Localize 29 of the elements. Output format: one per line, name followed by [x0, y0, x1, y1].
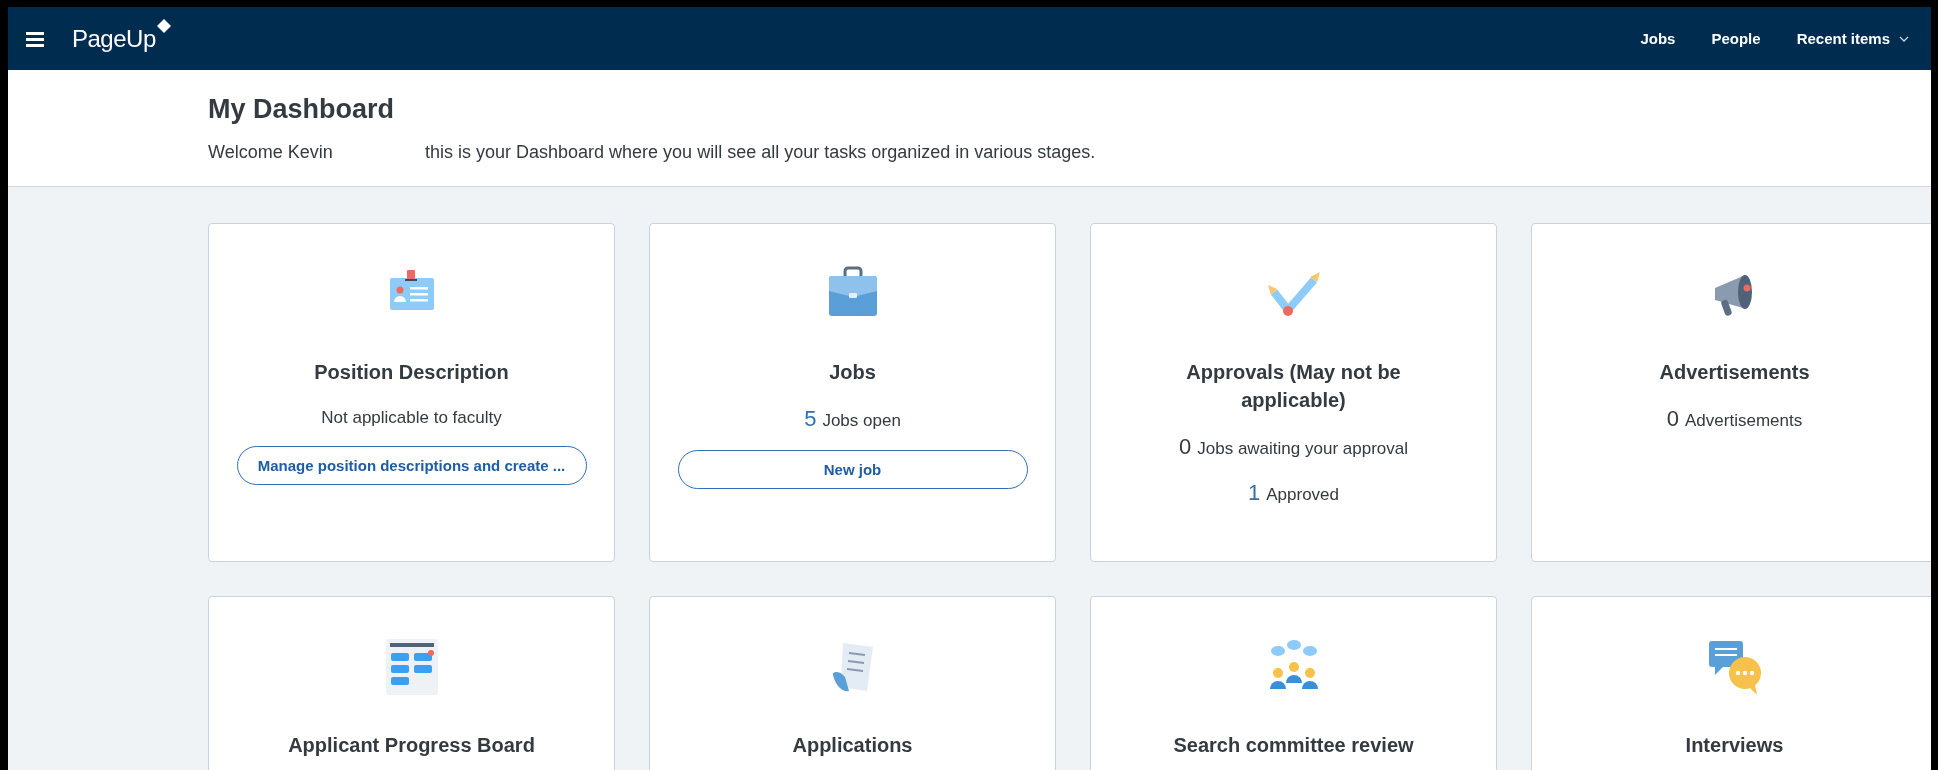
card-title: Search committee review	[1173, 733, 1414, 758]
card-title: Approvals (May not be applicable)	[1185, 360, 1402, 413]
stat-count: 1	[1248, 480, 1261, 506]
stat-label: Advertisements	[1685, 411, 1803, 431]
card-title: Jobs	[829, 360, 876, 385]
stat-count: 5	[804, 406, 817, 432]
nav-link[interactable]: People	[1711, 30, 1761, 47]
card-button[interactable]: Manage position descriptions and create ...	[236, 446, 587, 485]
stat-count: 0	[1179, 434, 1192, 460]
card-text: Not applicable to faculty	[321, 408, 502, 428]
stat-count: 0	[1666, 406, 1680, 432]
logo-text[interactable]: PageUp	[72, 24, 156, 53]
stat-label: Jobs awaiting your approval	[1197, 439, 1408, 459]
stat-label: Jobs open	[822, 411, 901, 431]
intro-text: this is your Dashboard where you will see all your tasks organized in various stages.	[425, 142, 1096, 163]
card-title: Applications	[792, 733, 913, 758]
card-button[interactable]: New job	[677, 450, 1028, 489]
caret-icon	[1899, 35, 1909, 42]
nav-link[interactable]: Jobs	[1640, 30, 1676, 47]
welcome-text: Welcome Kevin	[208, 142, 334, 163]
card-title: Interviews	[1685, 733, 1784, 758]
page-title: My Dashboard	[208, 94, 396, 125]
stat-label: Approved	[1266, 485, 1339, 505]
diamond-icon	[156, 18, 171, 33]
card-title: Position Description	[314, 360, 509, 385]
nav-link[interactable]: Recent items	[1796, 30, 1909, 47]
card-title: Advertisements	[1659, 360, 1810, 385]
card-title: Applicant Progress Board	[288, 733, 535, 758]
menu-icon[interactable]	[26, 30, 44, 47]
